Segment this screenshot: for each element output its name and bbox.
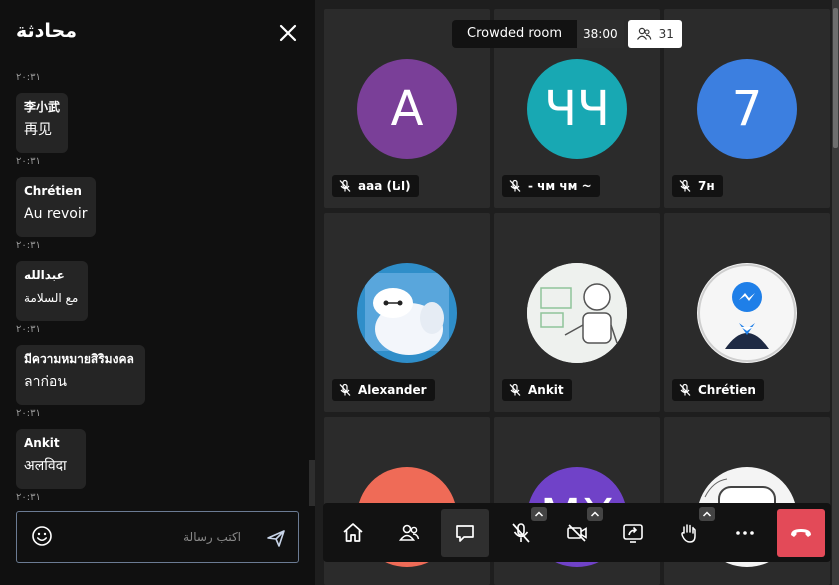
chat-header: محادثة <box>0 0 315 60</box>
page-scrollbar-thumb[interactable] <box>833 8 838 148</box>
message-text: Au revoir <box>24 206 88 222</box>
room-name: Crowded room <box>452 20 577 48</box>
mic-muted-icon <box>339 179 351 192</box>
chat-button[interactable] <box>441 509 489 557</box>
participant-tile[interactable]: Ankit <box>494 213 660 412</box>
mic-options-caret[interactable] <box>531 507 547 521</box>
message-timestamp: ٢٠:٣١ <box>16 156 41 167</box>
participant-label: - чм чм ~ <box>502 175 600 197</box>
chevron-up-icon <box>534 511 544 517</box>
more-icon <box>736 531 754 535</box>
participant-name: aaa (انا) <box>358 179 411 193</box>
message-input[interactable] <box>69 526 243 548</box>
message-sender: عبدالله <box>24 268 65 282</box>
message-bubble: Ankit अलविदा <box>16 429 86 489</box>
message-sender: Chrétien <box>24 184 82 198</box>
camera-off-icon <box>567 524 587 542</box>
call-toolbar <box>323 503 831 562</box>
send-icon[interactable] <box>265 527 287 549</box>
message-sender: Ankit <box>24 436 60 450</box>
participant-count: 31 <box>658 27 674 41</box>
message-bubble: มีความหมายสิริมงคล ลาก่อน <box>16 345 145 405</box>
participant-label: 7н <box>672 175 723 197</box>
participants-icon <box>398 524 420 541</box>
participant-name: 7н <box>698 179 715 193</box>
message-text: ลาก่อน <box>24 374 67 390</box>
participant-label: Alexander <box>332 379 435 401</box>
share-screen-icon <box>623 524 643 543</box>
page-scrollbar[interactable] <box>832 0 839 585</box>
baymax-image <box>365 273 449 355</box>
message-timestamp: ٢٠:٣١ <box>16 408 41 419</box>
room-timer: 38:00 <box>577 20 624 48</box>
close-icon[interactable] <box>277 22 299 44</box>
camera-options-caret[interactable] <box>587 507 603 521</box>
participant-label: aaa (انا) <box>332 175 419 197</box>
emoji-icon[interactable] <box>31 525 53 547</box>
participant-label: Chrétien <box>672 379 764 401</box>
participant-tile[interactable]: Chrétien <box>664 213 830 412</box>
mic-muted-icon <box>509 383 521 396</box>
participant-tile[interactable]: Alexander <box>324 213 490 412</box>
share-screen-button[interactable] <box>609 509 657 557</box>
chevron-up-icon <box>590 511 600 517</box>
avatar-image <box>697 263 797 363</box>
message-timestamp: ٢٠:٣١ <box>16 72 41 83</box>
mic-muted-icon <box>679 383 691 396</box>
message-text: مع السلامة <box>24 291 79 305</box>
message-sender: 李小武 <box>24 100 61 114</box>
hangup-icon <box>791 529 811 537</box>
more-button[interactable] <box>721 509 769 557</box>
raise-hand-icon <box>681 524 696 543</box>
chat-panel: محادثة ٢٠:٣١ 李小武 再见 ٢٠:٣١ Chrétien Au re… <box>0 0 315 585</box>
robot-image <box>527 263 627 363</box>
avatar: ЧЧ <box>527 59 627 159</box>
avatar: 7 <box>697 59 797 159</box>
mic-muted-icon <box>679 179 691 192</box>
message-text: 再见 <box>24 122 52 138</box>
chevron-up-icon <box>702 511 712 517</box>
chat-icon <box>456 525 474 542</box>
message-timestamp: ٢٠:٣١ <box>16 492 41 503</box>
chat-title: محادثة <box>16 20 77 42</box>
message-bubble: عبدالله مع السلامة <box>16 261 88 321</box>
message-timestamp: ٢٠:٣١ <box>16 240 41 251</box>
participant-name: Alexander <box>358 383 427 397</box>
message-timestamp: ٢٠:٣١ <box>16 324 41 335</box>
mic-muted-icon <box>512 523 530 543</box>
avatar-image <box>357 263 457 363</box>
home-button[interactable] <box>329 509 377 557</box>
participant-count-button[interactable]: 31 <box>627 20 682 48</box>
home-icon <box>343 523 363 542</box>
participants-button[interactable] <box>385 509 433 557</box>
room-info: Crowded room 38:00 31 <box>452 20 682 48</box>
message-sender: มีความหมายสิริมงคล <box>24 352 134 366</box>
mic-muted-icon <box>509 179 521 192</box>
message-composer <box>16 511 299 563</box>
avatar-image <box>527 263 627 363</box>
message-bubble: 李小武 再见 <box>16 93 68 153</box>
participant-name: Chrétien <box>698 383 756 397</box>
avatar: A <box>357 59 457 159</box>
message-bubble: Chrétien Au revoir <box>16 177 96 237</box>
message-text: अलविदा <box>24 458 67 474</box>
mic-muted-icon <box>339 383 351 396</box>
participant-label: Ankit <box>502 379 572 401</box>
hangup-button[interactable] <box>777 509 825 557</box>
participants-icon <box>636 27 651 40</box>
messenger-image <box>698 264 796 362</box>
participant-tile[interactable]: 7 7н <box>664 9 830 208</box>
message-list[interactable]: ٢٠:٣١ 李小武 再见 ٢٠:٣١ Chrétien Au revoir ٢٠… <box>0 60 315 506</box>
participant-name: - чм чм ~ <box>528 179 592 193</box>
participant-name: Ankit <box>528 383 564 397</box>
reactions-caret[interactable] <box>699 507 715 521</box>
